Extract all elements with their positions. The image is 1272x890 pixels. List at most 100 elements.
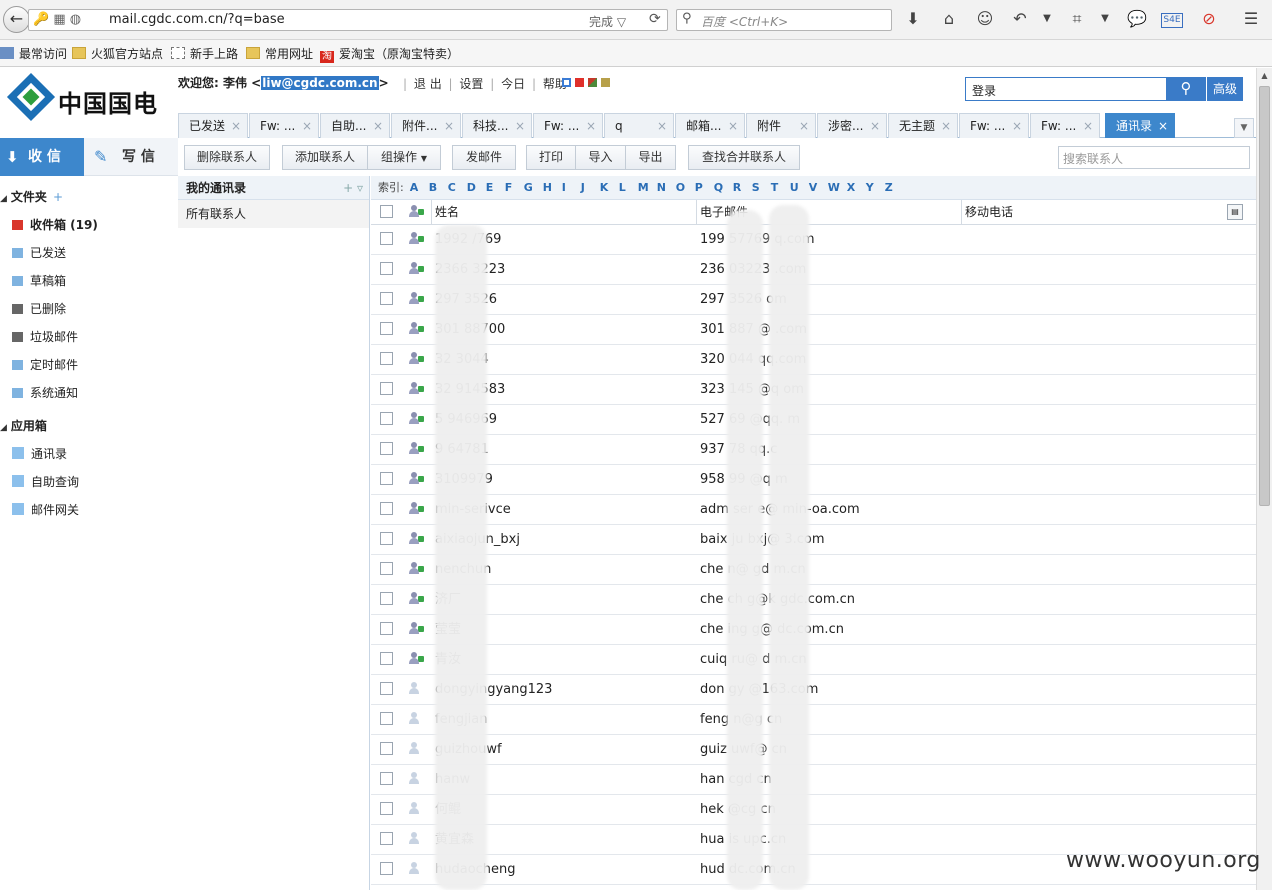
- chat-bubble-icon[interactable]: 💬: [1126, 9, 1148, 28]
- apps-section-header[interactable]: ◢ 应用箱: [0, 417, 47, 434]
- checkbox[interactable]: [380, 712, 393, 725]
- index-letter[interactable]: P: [695, 176, 714, 200]
- checkbox[interactable]: [380, 652, 393, 665]
- table-row[interactable]: 青汝cuiq ru@ d m.cn: [371, 645, 1256, 675]
- index-letter[interactable]: U: [790, 176, 809, 200]
- row-checkbox[interactable]: [380, 255, 393, 284]
- checkbox[interactable]: [380, 502, 393, 515]
- home-icon[interactable]: ⌂: [938, 9, 960, 28]
- tab-fw-2[interactable]: Fw: ... ×: [533, 113, 603, 138]
- checkbox[interactable]: [380, 592, 393, 605]
- group-actions-icon[interactable]: + ▿: [343, 176, 363, 200]
- checkbox[interactable]: [380, 352, 393, 365]
- index-letter[interactable]: K: [600, 176, 619, 200]
- menu-icon[interactable]: ☰: [1240, 9, 1262, 28]
- table-row[interactable]: min-serivceadm ser e@ min-oa.com: [371, 495, 1256, 525]
- sidebar-item-inbox[interactable]: 收件箱 (19): [12, 216, 98, 233]
- download-icon[interactable]: ⬇: [902, 9, 924, 28]
- url-text[interactable]: mail.cgdc.com.cn/?q=base: [109, 12, 285, 27]
- table-row[interactable]: 莹莹che ing g@ dc.com.cn: [371, 615, 1256, 645]
- index-letter[interactable]: Z: [885, 176, 904, 200]
- close-icon[interactable]: ×: [1012, 114, 1022, 138]
- tab-attachment-1[interactable]: 附件... ×: [391, 113, 461, 138]
- index-letter[interactable]: R: [733, 176, 752, 200]
- index-letter[interactable]: B: [429, 176, 448, 200]
- checkbox[interactable]: [380, 622, 393, 635]
- theme-red[interactable]: [575, 78, 584, 87]
- bookmark-getting-started[interactable]: 新手上路: [171, 45, 238, 62]
- group-all-contacts[interactable]: 所有联系人: [178, 200, 369, 228]
- folders-section-header[interactable]: ◢ 文件夹 +: [0, 188, 63, 205]
- tab-q[interactable]: q ×: [604, 113, 674, 138]
- send-mail-button[interactable]: 发邮件: [452, 145, 516, 170]
- tab-classified[interactable]: 涉密... ×: [817, 113, 887, 138]
- add-folder-icon[interactable]: +: [53, 190, 63, 204]
- page-scrollbar[interactable]: ▲: [1256, 68, 1272, 890]
- table-row[interactable]: 297 3526297 3526 om: [371, 285, 1256, 315]
- table-row[interactable]: aixiaojun_bxjbaix ju bxj@ 3.com: [371, 525, 1256, 555]
- row-checkbox[interactable]: [380, 525, 393, 554]
- table-row[interactable]: fengjianfeng n@g cn: [371, 705, 1256, 735]
- checkbox[interactable]: [380, 802, 393, 815]
- index-letter[interactable]: C: [448, 176, 467, 200]
- row-checkbox[interactable]: [380, 645, 393, 674]
- url-bar[interactable]: 🔑 ▦ ◍ mail.cgdc.com.cn/?q=base 完成 ▽ ⟳: [28, 9, 668, 31]
- close-icon[interactable]: ×: [870, 114, 880, 138]
- row-checkbox[interactable]: [380, 555, 393, 584]
- select-all-checkbox[interactable]: [380, 200, 393, 225]
- s4e-icon[interactable]: S4E: [1161, 13, 1183, 28]
- crop-icon[interactable]: ⌗: [1066, 9, 1088, 29]
- theme-blue[interactable]: [562, 78, 571, 87]
- row-checkbox[interactable]: [380, 615, 393, 644]
- checkbox[interactable]: [380, 832, 393, 845]
- checkbox[interactable]: [380, 772, 393, 785]
- delete-contact-button[interactable]: 删除联系人: [184, 145, 270, 170]
- close-icon[interactable]: ×: [728, 114, 738, 138]
- table-row[interactable]: 3109979958 99 @q m: [371, 465, 1256, 495]
- table-row[interactable]: 1992 /769199 57769 q.com: [371, 225, 1256, 255]
- mail-search-input[interactable]: 登录: [965, 77, 1167, 101]
- theme-mixed[interactable]: [588, 78, 597, 87]
- table-row[interactable]: 32 3044320 044 qq.com: [371, 345, 1256, 375]
- row-checkbox[interactable]: [380, 285, 393, 314]
- sidebar-item-drafts[interactable]: 草稿箱: [12, 272, 66, 289]
- checkbox[interactable]: [380, 322, 393, 335]
- bookmark-most-visited[interactable]: 最常访问: [0, 45, 67, 62]
- row-checkbox[interactable]: [380, 225, 393, 254]
- print-button[interactable]: 打印: [526, 145, 576, 170]
- checkbox[interactable]: [380, 205, 393, 218]
- table-row[interactable]: 何鲲hek @cg cn: [371, 795, 1256, 825]
- index-letter[interactable]: S: [752, 176, 771, 200]
- theme-gold[interactable]: [601, 78, 610, 87]
- checkbox[interactable]: [380, 682, 393, 695]
- bookmark-aitaobao[interactable]: 淘爱淘宝（原淘宝特卖）: [320, 45, 459, 63]
- column-menu-icon[interactable]: ▤: [1227, 204, 1243, 220]
- today-link[interactable]: 今日: [501, 77, 525, 91]
- table-row[interactable]: 9 64781937 78 qq.c: [371, 435, 1256, 465]
- row-checkbox[interactable]: [380, 795, 393, 824]
- export-button[interactable]: 导出: [625, 145, 676, 170]
- column-mobile[interactable]: 移动电话: [961, 200, 1225, 225]
- index-letter[interactable]: L: [619, 176, 638, 200]
- group-ops-button[interactable]: 组操作 ▼: [367, 145, 441, 170]
- checkbox[interactable]: [380, 472, 393, 485]
- browser-search-box[interactable]: ⚲ 百度 <Ctrl+K>: [676, 9, 892, 31]
- index-letter[interactable]: D: [467, 176, 486, 200]
- table-row[interactable]: hanwhan cgd cn: [371, 765, 1256, 795]
- dropdown-arrow-icon[interactable]: ▼: [1094, 13, 1116, 24]
- dropdown-arrow-icon[interactable]: ▼: [1036, 13, 1058, 24]
- tab-sent[interactable]: 已发送 ×: [178, 113, 248, 138]
- index-letter[interactable]: H: [543, 176, 562, 200]
- row-checkbox[interactable]: [380, 465, 393, 494]
- checkbox[interactable]: [380, 442, 393, 455]
- row-checkbox[interactable]: [380, 345, 393, 374]
- row-checkbox[interactable]: [380, 855, 393, 884]
- column-name[interactable]: 姓名: [431, 200, 696, 225]
- bookmark-firefox[interactable]: 火狐官方站点: [72, 45, 163, 62]
- blocker-icon[interactable]: ⊘: [1198, 9, 1220, 28]
- index-letter[interactable]: O: [676, 176, 695, 200]
- sidebar-item-gateway[interactable]: 邮件网关: [12, 501, 79, 518]
- row-checkbox[interactable]: [380, 375, 393, 404]
- sidebar-item-selfservice[interactable]: 自助查询: [12, 473, 79, 490]
- site-identity-icon[interactable]: 🔑 ▦ ◍: [33, 12, 81, 27]
